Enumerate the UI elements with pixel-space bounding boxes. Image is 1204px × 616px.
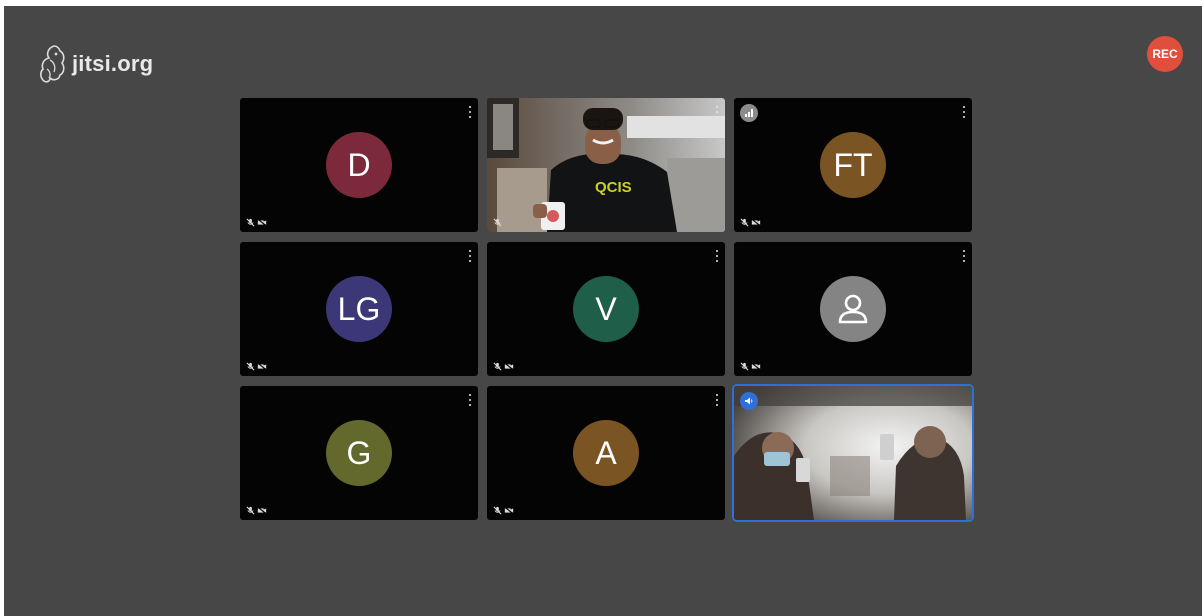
mic-muted-icon	[493, 218, 502, 227]
camera-off-icon	[504, 362, 514, 371]
avatar: G	[326, 420, 392, 486]
participant-tile[interactable]	[734, 242, 972, 376]
mic-muted-icon	[246, 506, 255, 515]
camera-off-icon	[751, 218, 761, 227]
participant-tile[interactable]: A	[487, 386, 725, 520]
more-options-icon[interactable]	[715, 250, 719, 262]
participant-tile[interactable]: D	[240, 98, 478, 232]
video-feed: QCIS	[487, 98, 725, 232]
conference-stage: jitsi.org REC D QCIS FT LG V G A	[4, 6, 1202, 616]
camera-off-icon	[504, 506, 514, 515]
participant-tile[interactable]: LG	[240, 242, 478, 376]
avatar: D	[326, 132, 392, 198]
more-options-icon[interactable]	[715, 106, 719, 118]
camera-off-icon	[751, 362, 761, 371]
mic-muted-icon	[246, 362, 255, 371]
status-icons	[246, 506, 267, 515]
logo-text: jitsi.org	[72, 51, 154, 76]
more-options-icon[interactable]	[468, 250, 472, 262]
status-icons	[493, 218, 502, 227]
video-feed	[734, 386, 972, 520]
participant-tile-video[interactable]: QCIS	[487, 98, 725, 232]
camera-off-icon	[257, 218, 267, 227]
status-icons	[493, 506, 514, 515]
status-icons	[740, 218, 761, 227]
mic-muted-icon	[493, 362, 502, 371]
more-options-icon[interactable]	[468, 394, 472, 406]
participant-tile[interactable]: FT	[734, 98, 972, 232]
avatar: LG	[326, 276, 392, 342]
avatar: V	[573, 276, 639, 342]
status-icons	[740, 362, 761, 371]
mic-muted-icon	[246, 218, 255, 227]
mic-muted-icon	[740, 218, 749, 227]
more-options-icon[interactable]	[715, 394, 719, 406]
mic-muted-icon	[493, 506, 502, 515]
camera-off-icon	[257, 506, 267, 515]
participant-tile[interactable]: V	[487, 242, 725, 376]
status-icons	[246, 362, 267, 371]
jitsi-logo[interactable]: jitsi.org	[38, 42, 153, 86]
status-icons	[246, 218, 267, 227]
dominant-speaker-icon[interactable]	[740, 392, 758, 410]
rec-label: REC	[1152, 47, 1178, 61]
avatar	[820, 276, 886, 342]
more-options-icon[interactable]	[468, 106, 472, 118]
avatar: FT	[820, 132, 886, 198]
camera-off-icon	[257, 362, 267, 371]
more-options-icon[interactable]	[962, 250, 966, 262]
svg-text:QCIS: QCIS	[595, 179, 632, 196]
signal-icon[interactable]	[740, 104, 758, 122]
mic-muted-icon	[740, 362, 749, 371]
jitsi-mascot-icon	[40, 45, 65, 83]
avatar: A	[573, 420, 639, 486]
more-options-icon[interactable]	[962, 106, 966, 118]
status-icons	[493, 362, 514, 371]
recording-indicator[interactable]: REC	[1147, 36, 1183, 72]
participant-tile[interactable]: G	[240, 386, 478, 520]
person-icon	[838, 294, 868, 324]
participant-tile-active-speaker[interactable]	[734, 386, 972, 520]
